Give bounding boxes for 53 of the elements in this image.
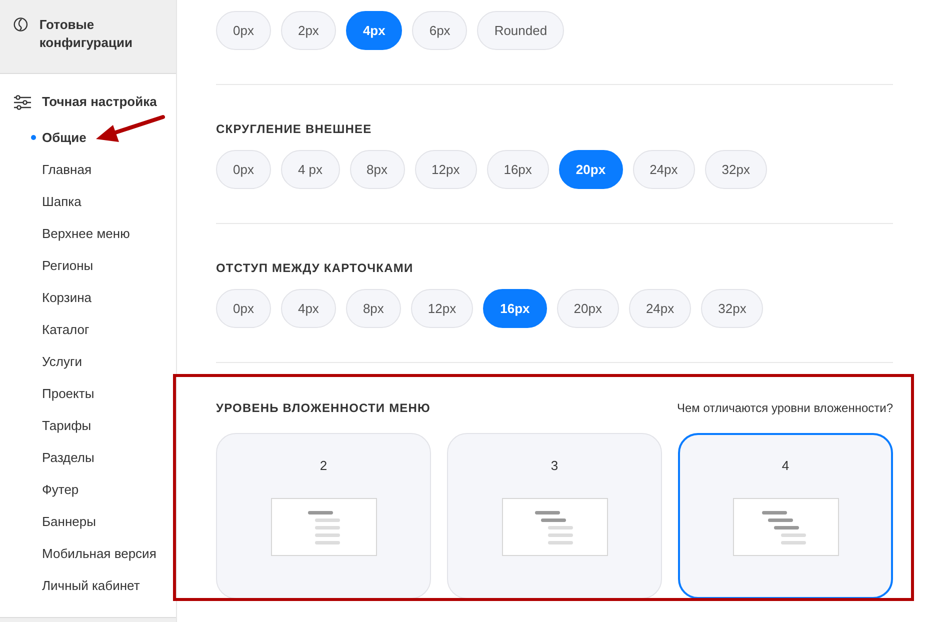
option-chip[interactable]: 2px	[280, 11, 336, 50]
option-chip[interactable]: 0px	[216, 11, 271, 50]
sliders-icon	[13, 94, 31, 110]
sidebar-item[interactable]: Мобильная версия	[0, 537, 176, 569]
option-chip[interactable]: 0px	[216, 150, 271, 189]
option-chip[interactable]: 6px	[412, 11, 468, 50]
sidebar-item[interactable]: Общие	[0, 121, 176, 153]
sidebar-item[interactable]: Проекты	[0, 377, 176, 409]
sidebar-item[interactable]: Корзина	[0, 281, 176, 313]
sidebar-item[interactable]: Верхнее меню	[0, 217, 176, 249]
sidebar-item[interactable]: Услуги	[0, 345, 176, 377]
menu-preview-icon	[502, 498, 608, 556]
option-chip[interactable]: 0px	[216, 289, 271, 328]
option-chip[interactable]: 12px	[410, 289, 474, 328]
option-chip[interactable]: Rounded	[477, 11, 564, 50]
sidebar-item[interactable]: Главная	[0, 153, 176, 185]
option-chip[interactable]: 4px	[346, 11, 402, 50]
depth-number: 4	[782, 458, 790, 474]
sidebar-item[interactable]: Личный кабинет	[0, 569, 176, 601]
depth-number: 3	[550, 458, 558, 474]
depth-number: 2	[320, 458, 328, 474]
option-chip[interactable]: 16px	[486, 150, 549, 189]
sidebar-item[interactable]: Тарифы	[0, 409, 176, 441]
sidebar-item[interactable]: Футер	[0, 473, 176, 505]
menu-preview-icon	[270, 498, 376, 556]
option-chip[interactable]: 12px	[414, 150, 477, 189]
section-title: ОТСТУП МЕЖДУ КАРТОЧКАМИ	[216, 261, 414, 276]
option-chip[interactable]: 8px	[346, 289, 401, 328]
sidebar-item[interactable]: Баннеры	[0, 505, 176, 537]
depth-option-card[interactable]: 4	[678, 433, 893, 599]
depth-option-card[interactable]: 3	[447, 433, 662, 599]
option-chip[interactable]: 20px	[556, 289, 619, 328]
option-chip[interactable]: 8px	[350, 150, 405, 189]
sidebar-item[interactable]: Разделы	[0, 441, 176, 473]
section-label[interactable]: Точная настройка	[42, 93, 157, 111]
depth-option-card[interactable]: 2	[216, 433, 431, 599]
sidebar-item[interactable]: Шапка	[0, 185, 176, 217]
config-icon	[13, 16, 28, 33]
option-chip[interactable]: 4px	[280, 289, 336, 328]
section-title: УРОВЕНЬ ВЛОЖЕННОСТИ МЕНЮ	[216, 400, 431, 414]
help-link[interactable]: Чем отличаются уровни вложенности?	[677, 400, 893, 414]
active-dot	[31, 135, 36, 140]
sidebar-item[interactable]: Каталог	[0, 313, 176, 345]
option-chip[interactable]: 20px	[558, 150, 623, 189]
sidebar-item[interactable]: Регионы	[0, 249, 176, 281]
section-title: СКРУГЛЕНИЕ ВНЕШНЕЕ	[216, 122, 373, 137]
option-chip[interactable]: 32px	[701, 289, 764, 328]
option-chip[interactable]: 32px	[704, 150, 767, 189]
option-chip[interactable]: 4 px	[280, 150, 340, 189]
menu-preview-icon	[732, 498, 838, 556]
option-chip[interactable]: 16px	[483, 289, 547, 328]
option-chip[interactable]: 24px	[632, 150, 695, 189]
option-chip[interactable]: 24px	[628, 289, 692, 328]
